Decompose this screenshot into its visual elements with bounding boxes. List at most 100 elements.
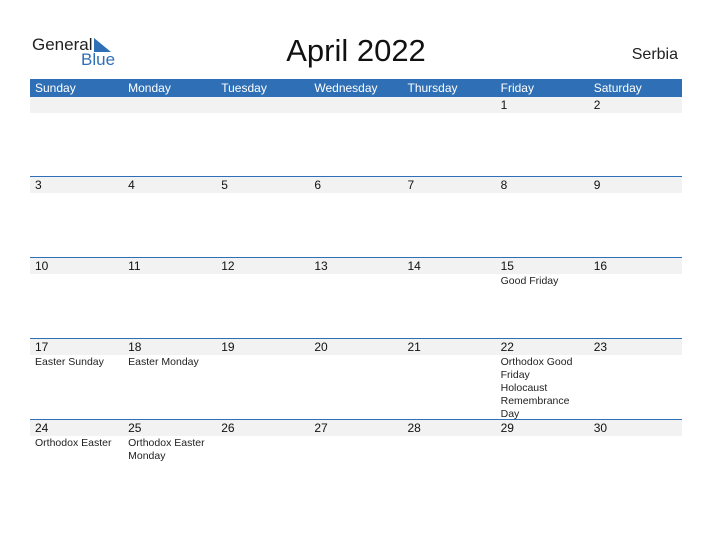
day-cell — [402, 97, 496, 114]
weekday-sunday: Sunday — [35, 81, 76, 95]
week-row: 3456789 — [30, 176, 682, 194]
day-cell: 30 — [588, 420, 682, 463]
day-cell: 12 — [216, 258, 310, 288]
holiday-label — [403, 274, 496, 275]
day-cell: 9 — [588, 177, 682, 194]
day-cell: 11 — [123, 258, 217, 288]
day-number: 30 — [588, 420, 682, 436]
day-number: 11 — [123, 258, 217, 274]
day-number: 29 — [495, 420, 589, 436]
day-cell: 10 — [30, 258, 124, 288]
day-cell — [309, 97, 403, 114]
weekday-thursday: Thursday — [407, 81, 458, 95]
day-cell: 5 — [216, 177, 310, 194]
holiday-label: Good Friday — [500, 275, 559, 287]
day-number: 14 — [402, 258, 496, 274]
day-number: 18 — [123, 339, 217, 355]
holiday-label — [403, 193, 496, 194]
day-number: 17 — [30, 339, 124, 355]
day-cell: 17 Easter Sunday — [30, 339, 124, 421]
holiday-label: Easter Monday — [128, 356, 199, 368]
holiday-label — [403, 355, 496, 356]
day-number: 12 — [216, 258, 310, 274]
day-number: 9 — [588, 177, 682, 193]
day-number: 20 — [309, 339, 403, 355]
day-number — [309, 97, 403, 113]
day-cell: 24 Orthodox Easter — [30, 420, 124, 463]
weekday-wednesday: Wednesday — [314, 81, 378, 95]
day-cell — [30, 97, 124, 114]
country-label: Serbia — [631, 46, 678, 63]
day-number: 22 — [495, 339, 589, 355]
holiday-label — [30, 113, 123, 114]
week-row: 10 11 12 13 14 15 Good Friday 16 — [30, 257, 682, 288]
holiday-label: Easter Sunday — [35, 356, 104, 368]
day-cell: 29 — [495, 420, 589, 463]
day-cell — [216, 97, 310, 114]
holiday-label — [403, 436, 496, 437]
holiday-label — [123, 193, 216, 194]
day-cell: 13 — [309, 258, 403, 288]
day-number: 10 — [30, 258, 124, 274]
day-number: 26 — [216, 420, 310, 436]
day-number: 19 — [216, 339, 310, 355]
holiday-label — [216, 355, 309, 356]
holiday-label — [123, 113, 216, 114]
day-number: 15 — [495, 258, 589, 274]
day-cell: 7 — [402, 177, 496, 194]
day-cell — [123, 97, 217, 114]
weekday-header: Sunday Monday Tuesday Wednesday Thursday… — [30, 79, 682, 97]
day-number: 27 — [309, 420, 403, 436]
day-cell: 4 — [123, 177, 217, 194]
holiday-label — [30, 274, 123, 275]
day-number: 6 — [309, 177, 403, 193]
day-cell: 6 — [309, 177, 403, 194]
day-cell: 1 — [495, 97, 589, 114]
day-cell: 19 — [216, 339, 310, 421]
day-cell: 23 — [588, 339, 682, 421]
weekday-tuesday: Tuesday — [221, 81, 267, 95]
holiday-label — [496, 436, 589, 437]
holiday-label — [589, 193, 682, 194]
day-cell: 3 — [30, 177, 124, 194]
holiday-label — [403, 113, 496, 114]
day-number — [30, 97, 124, 113]
holiday-label — [216, 113, 309, 114]
day-number: 4 — [123, 177, 217, 193]
holiday-label — [496, 113, 589, 114]
holiday-label — [216, 193, 309, 194]
holiday-label — [216, 436, 309, 437]
holiday-label: Orthodox Easter Monday — [128, 437, 205, 462]
holiday-label — [309, 436, 402, 437]
holiday-label — [589, 355, 682, 356]
day-cell: 8 — [495, 177, 589, 194]
day-cell: 20 — [309, 339, 403, 421]
holiday-label — [309, 193, 402, 194]
day-cell: 16 — [588, 258, 682, 288]
day-number: 5 — [216, 177, 310, 193]
day-cell: 14 — [402, 258, 496, 288]
day-cell: 25 Orthodox Easter Monday — [123, 420, 217, 463]
day-number: 8 — [495, 177, 589, 193]
holiday-label — [589, 436, 682, 437]
day-cell: 15 Good Friday — [495, 258, 589, 288]
day-cell: 2 — [588, 97, 682, 114]
day-number: 3 — [30, 177, 124, 193]
week-row: 24 Orthodox Easter 25 Orthodox Easter Monda… — [30, 419, 682, 463]
holiday-label: Orthodox Good Friday Holocaust Remembran… — [500, 356, 573, 420]
weekday-monday: Monday — [128, 81, 171, 95]
week-row: 12 — [30, 97, 682, 114]
day-number: 24 — [30, 420, 124, 436]
day-number: 21 — [402, 339, 496, 355]
day-number: 23 — [588, 339, 682, 355]
holiday-label — [589, 113, 682, 114]
day-number: 13 — [309, 258, 403, 274]
day-cell: 18 Easter Monday — [123, 339, 217, 421]
day-number — [123, 97, 217, 113]
holiday-label — [309, 274, 402, 275]
holiday-label — [30, 193, 123, 194]
week-row: 17 Easter Sunday 18 Easter Monday 19 20 21 22 Or… — [30, 338, 682, 421]
day-number: 2 — [588, 97, 682, 113]
day-number — [402, 97, 496, 113]
holiday-label — [496, 193, 589, 194]
